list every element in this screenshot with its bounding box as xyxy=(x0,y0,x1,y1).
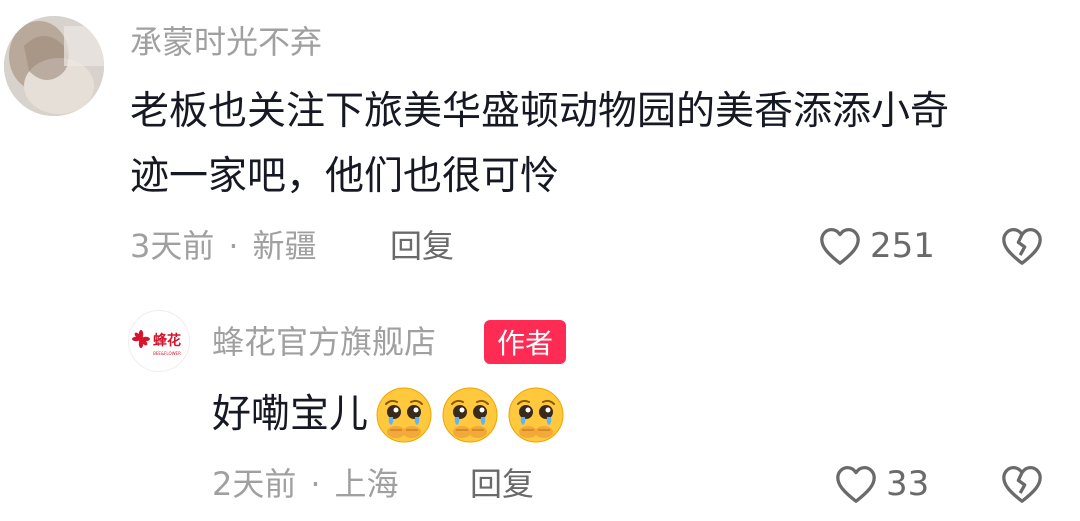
timestamp: 2天前 xyxy=(212,465,297,503)
avatar-brand-subtext: BEE&FLOWER xyxy=(153,351,181,356)
avatar-brand-text: 蜂花 xyxy=(153,332,181,349)
comment-text-line2: 迹一家吧，他们也很可怜 xyxy=(130,154,560,199)
like-count: 33 xyxy=(886,464,930,504)
avatar[interactable] xyxy=(4,16,104,116)
comment-meta: 3天前 · 新疆 xyxy=(130,224,317,268)
username[interactable]: 承蒙时光不弃 xyxy=(130,20,322,64)
like-button[interactable]: 33 xyxy=(834,462,929,506)
pleading-crying-face-icon xyxy=(442,387,498,443)
timestamp: 3天前 xyxy=(130,227,215,265)
avatar-photo xyxy=(4,16,104,116)
reply-button[interactable]: 回复 xyxy=(470,462,534,506)
reply-button[interactable]: 回复 xyxy=(390,224,454,268)
separator-dot: · xyxy=(310,465,321,503)
comment-item: 承蒙时光不弃 老板也关注下旅美华盛顿动物园的美香添添小奇 迹一家吧，他们也很可怜… xyxy=(0,0,1080,290)
username[interactable]: 蜂花官方旗舰店 xyxy=(212,320,436,364)
emoji-row xyxy=(368,385,566,445)
comment-text-row: 好嘞宝儿 xyxy=(212,382,566,448)
reply-comment-item: 蜂花 BEE&FLOWER 蜂花官方旗舰店 作者 好嘞宝儿 2天前 · 上海 回… xyxy=(0,300,1080,521)
like-button[interactable]: 251 xyxy=(818,224,935,268)
brand-logo-icon: 蜂花 BEE&FLOWER xyxy=(132,330,181,356)
location: 新疆 xyxy=(252,227,317,265)
comment-text: 好嘞宝儿 xyxy=(212,392,369,437)
heart-icon xyxy=(836,466,876,503)
author-badge: 作者 xyxy=(484,320,566,364)
pleading-crying-face-icon xyxy=(508,387,564,443)
comment-meta: 2天前 · 上海 xyxy=(212,462,399,506)
avatar[interactable]: 蜂花 BEE&FLOWER xyxy=(128,310,190,372)
pleading-crying-face-icon xyxy=(376,387,432,443)
location: 上海 xyxy=(334,465,399,503)
comment-text: 老板也关注下旅美华盛顿动物园的美香添添小奇 xyxy=(130,89,950,134)
dislike-button[interactable] xyxy=(1000,464,1044,508)
like-count: 251 xyxy=(870,226,935,266)
separator-dot: · xyxy=(228,227,239,265)
heart-icon xyxy=(820,228,860,265)
dislike-button[interactable] xyxy=(1000,226,1044,270)
broken-heart-icon xyxy=(1002,466,1042,503)
broken-heart-icon xyxy=(1002,228,1042,265)
